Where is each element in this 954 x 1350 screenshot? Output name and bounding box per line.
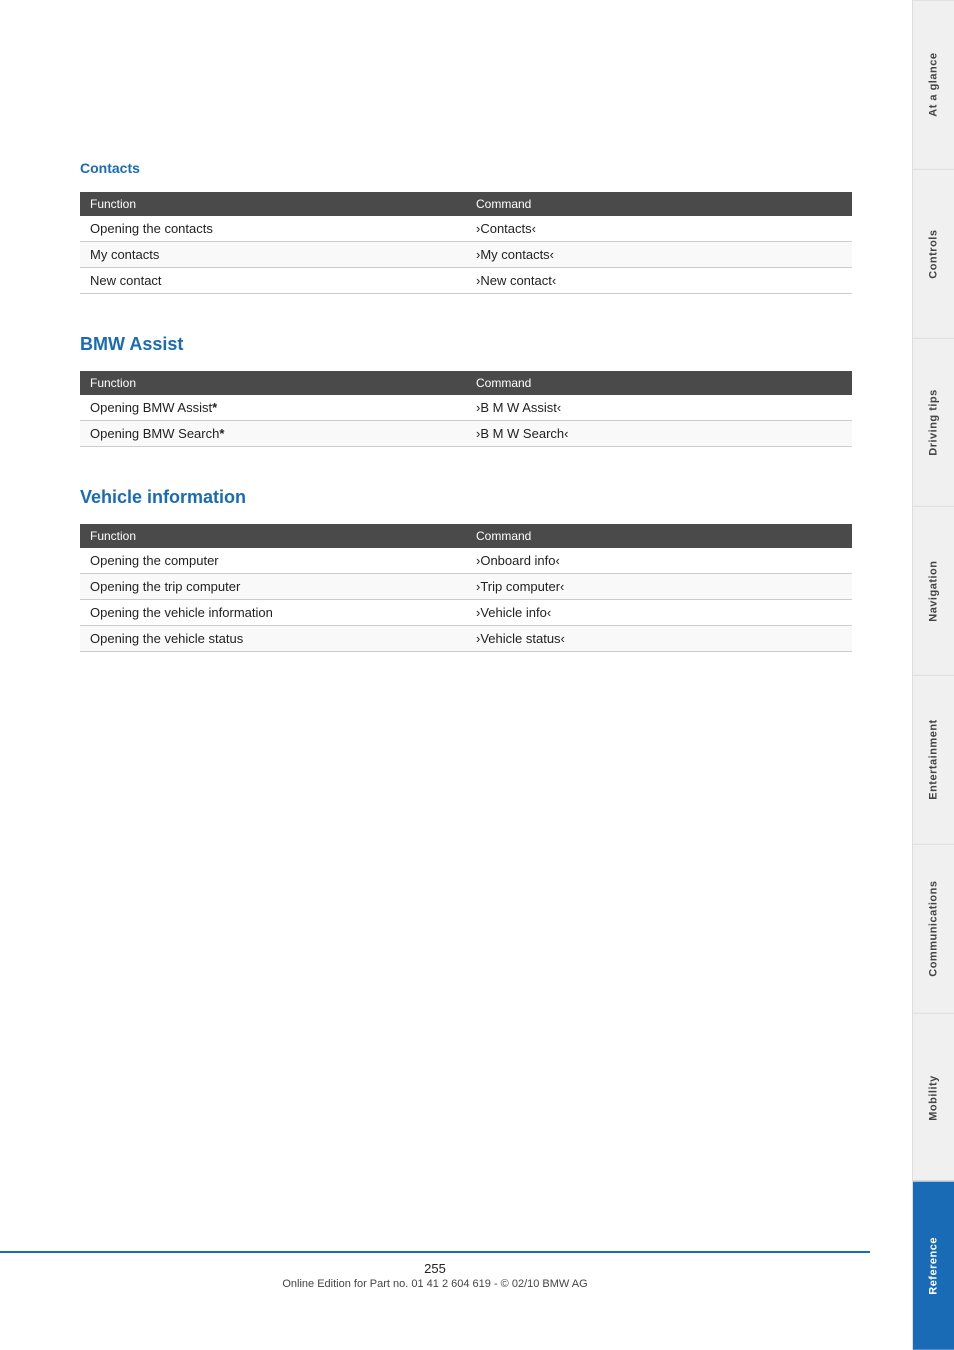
sidebar-tab-mobility[interactable]: Mobility <box>913 1013 954 1182</box>
contacts-table: Function Command Opening the contacts›Co… <box>80 192 852 294</box>
contacts-title: Contacts <box>80 160 852 176</box>
table-row: Opening BMW Search*›B M W Search‹ <box>80 421 852 447</box>
contacts-section: Contacts Function Command Opening the co… <box>80 160 852 294</box>
sidebar-tab-reference[interactable]: Reference <box>913 1181 954 1350</box>
sidebar: At a glance Controls Driving tips Naviga… <box>912 0 954 1350</box>
contacts-col-command: Command <box>466 192 852 216</box>
table-row: Opening the vehicle status›Vehicle statu… <box>80 626 852 652</box>
table-row: Opening BMW Assist*›B M W Assist‹ <box>80 395 852 421</box>
table-row: New contact›New contact‹ <box>80 268 852 294</box>
vehicle-info-col-function: Function <box>80 524 466 548</box>
bmw-assist-table: Function Command Opening BMW Assist*›B M… <box>80 371 852 447</box>
bmw-assist-col-function: Function <box>80 371 466 395</box>
vehicle-information-section: Vehicle information Function Command Ope… <box>80 487 852 652</box>
sidebar-tab-communications[interactable]: Communications <box>913 844 954 1013</box>
table-row: Opening the contacts›Contacts‹ <box>80 216 852 242</box>
page-number: 255 <box>0 1261 870 1276</box>
edition-text: Online Edition for Part no. 01 41 2 604 … <box>0 1278 870 1290</box>
bmw-assist-title: BMW Assist <box>80 334 852 355</box>
table-row: My contacts›My contacts‹ <box>80 242 852 268</box>
sidebar-tab-at-a-glance[interactable]: At a glance <box>913 0 954 169</box>
contacts-col-function: Function <box>80 192 466 216</box>
sidebar-tab-driving-tips[interactable]: Driving tips <box>913 338 954 507</box>
sidebar-tab-entertainment[interactable]: Entertainment <box>913 675 954 844</box>
table-row: Opening the vehicle information›Vehicle … <box>80 600 852 626</box>
vehicle-information-table: Function Command Opening the computer›On… <box>80 524 852 652</box>
sidebar-tab-navigation[interactable]: Navigation <box>913 506 954 675</box>
vehicle-info-col-command: Command <box>466 524 852 548</box>
bmw-assist-section: BMW Assist Function Command Opening BMW … <box>80 334 852 447</box>
bmw-assist-col-command: Command <box>466 371 852 395</box>
main-content: Contacts Function Command Opening the co… <box>0 0 912 1350</box>
page-wrapper: Contacts Function Command Opening the co… <box>0 0 954 1350</box>
table-row: Opening the trip computer›Trip computer‹ <box>80 574 852 600</box>
page-footer: 255 Online Edition for Part no. 01 41 2 … <box>0 1251 870 1290</box>
table-row: Opening the computer›Onboard info‹ <box>80 548 852 574</box>
vehicle-information-title: Vehicle information <box>80 487 852 508</box>
sidebar-tab-controls[interactable]: Controls <box>913 169 954 338</box>
